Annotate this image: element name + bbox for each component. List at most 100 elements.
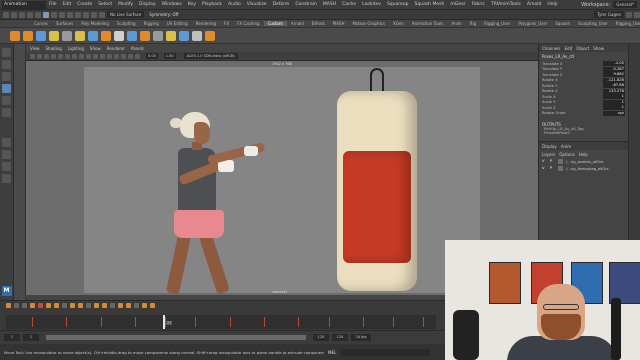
shelf-tab-poly-modeling[interactable]: Poly Modeling xyxy=(77,21,113,26)
xray-icon[interactable] xyxy=(135,53,140,59)
menu-item-file[interactable]: File xyxy=(46,2,60,7)
shelf-tab-polygons-user[interactable]: Polygons_User xyxy=(514,21,551,26)
ipr-render-icon[interactable] xyxy=(99,11,105,18)
select-by-hierarchy-icon[interactable] xyxy=(43,11,49,18)
menu-item-deform[interactable]: Deform xyxy=(270,2,293,7)
shelf-tool-icon[interactable] xyxy=(140,30,150,41)
spline-icon[interactable] xyxy=(134,303,139,308)
menu-item-edit[interactable]: Edit xyxy=(60,2,75,7)
menu-item-fabric[interactable]: Fabric xyxy=(469,2,488,7)
shelf-tool-icon[interactable] xyxy=(153,30,163,41)
shelf-tab-anim[interactable]: Anim xyxy=(447,21,465,26)
keyframe-tick[interactable] xyxy=(195,317,197,327)
overlap-icon[interactable] xyxy=(142,303,147,308)
redo-icon[interactable] xyxy=(35,11,41,18)
viewport-menu-lighting[interactable]: Lighting xyxy=(68,46,84,51)
channel-value-field[interactable]: -121.826 xyxy=(603,77,625,83)
select-by-object-icon[interactable] xyxy=(51,11,57,18)
menu-item-mash[interactable]: MASH xyxy=(320,2,339,7)
symmetry-dropdown[interactable]: Symmetry: Off xyxy=(146,12,181,17)
shelf-tool-icon[interactable] xyxy=(127,30,137,41)
shelf-tool-icon[interactable] xyxy=(10,30,20,41)
menu-item-select[interactable]: Select xyxy=(95,2,115,7)
anim-end-field[interactable]: 120 xyxy=(332,334,348,341)
shelf-tab-surfaces[interactable]: Surfaces xyxy=(52,21,77,26)
menu-item-visualize[interactable]: Visualize xyxy=(244,2,270,7)
select-by-component-icon[interactable] xyxy=(59,11,65,18)
anim-start-field[interactable]: 1 xyxy=(4,334,20,341)
channel-value-field[interactable]: 9.682 xyxy=(603,72,625,78)
camera-select-icon[interactable] xyxy=(30,53,35,59)
mirror-icon[interactable] xyxy=(102,303,107,308)
offset-icon[interactable] xyxy=(94,303,99,308)
smooth-shade-icon[interactable] xyxy=(93,53,98,59)
textured-icon[interactable] xyxy=(100,53,105,59)
menu-item-display[interactable]: Display xyxy=(136,2,159,7)
snap-curve-icon[interactable] xyxy=(75,11,81,18)
channel-row[interactable]: Rotate Order xyz xyxy=(539,110,628,117)
shelf-tab-bifrost[interactable]: Bifrost xyxy=(308,21,329,26)
sidebar-toggle-icon[interactable] xyxy=(626,11,632,18)
channel-box-menu-edit[interactable]: Edit xyxy=(565,46,573,51)
render-icon[interactable] xyxy=(91,11,97,18)
keyframe-tick[interactable] xyxy=(66,317,68,327)
shelf-tab-sculpting-user[interactable]: Sculpting_User xyxy=(574,21,612,26)
layer-color-swatch[interactable] xyxy=(558,166,563,171)
key-2-icon[interactable] xyxy=(14,303,19,308)
menu-item-create[interactable]: Create xyxy=(74,2,95,7)
channel-value-field[interactable]: 1 xyxy=(603,94,625,100)
keyframe-tick[interactable] xyxy=(31,317,33,327)
viewport-menu-panels[interactable]: Panels xyxy=(131,46,144,51)
channel-value-field[interactable]: 133.276 xyxy=(603,88,625,94)
move-tool-icon[interactable] xyxy=(2,84,11,93)
dope-sheet-icon[interactable] xyxy=(54,303,59,308)
layer-tab-anim[interactable]: Anim xyxy=(561,144,571,149)
pose-icon[interactable] xyxy=(70,303,75,308)
shelf-tab-squash[interactable]: Squash xyxy=(551,21,574,26)
layer-menu-layers[interactable]: Layers xyxy=(542,152,555,157)
keyframe-tick[interactable] xyxy=(328,317,330,327)
menu-item-constrain[interactable]: Constrain xyxy=(292,2,320,7)
menu-item-trianimtools[interactable]: TRIAnimTools xyxy=(488,2,524,7)
menu-item-mgear[interactable]: mGear xyxy=(447,2,468,7)
exposure-field[interactable]: 0.00 xyxy=(146,53,158,59)
open-scene-icon[interactable] xyxy=(11,11,17,18)
shelf-tool-icon[interactable] xyxy=(114,30,124,41)
channel-box-menu-show[interactable]: Show xyxy=(593,46,604,51)
layer-color-swatch[interactable] xyxy=(558,159,563,164)
viewport-menu-view[interactable]: View xyxy=(30,46,40,51)
selected-object-name[interactable]: Poses_LR_Av_ctl xyxy=(539,52,628,61)
shelf-tool-icon[interactable] xyxy=(166,30,176,41)
workspace-dropdown[interactable]: General* xyxy=(613,1,637,8)
breakdown-icon[interactable] xyxy=(22,303,27,308)
keyframe-tick[interactable] xyxy=(362,317,364,327)
camera-attr-icon[interactable] xyxy=(37,53,42,59)
bake-icon[interactable] xyxy=(86,303,91,308)
gamma-field[interactable]: 1.00 xyxy=(163,53,176,59)
snap-grid-icon[interactable] xyxy=(67,11,73,18)
range-start-field[interactable]: 1 xyxy=(23,334,39,341)
menu-item-audio[interactable]: Audio xyxy=(225,2,244,7)
menuset-dropdown[interactable]: Animation xyxy=(2,0,46,9)
shelf-tool-icon[interactable] xyxy=(49,30,59,41)
shelf-tool-icon[interactable] xyxy=(205,30,215,41)
channel-value-field[interactable]: -87.86 xyxy=(603,83,625,89)
channel-value-field[interactable]: -4.00 xyxy=(603,61,625,67)
shelf-tab-rendering[interactable]: Rendering xyxy=(192,21,220,26)
range-track[interactable] xyxy=(46,335,306,340)
shelf-tab-animation-tools[interactable]: Animation Tools xyxy=(408,21,448,26)
colorspace-dropdown[interactable]: ACES 1.0 SDR-video (sRGB) xyxy=(183,53,238,59)
shelf-tab-mash[interactable]: MASH xyxy=(329,21,349,26)
shelf-tab-fx-caching[interactable]: FX Caching xyxy=(233,21,263,26)
outliner-layout-icon[interactable] xyxy=(2,174,11,183)
image-plane-icon[interactable] xyxy=(51,53,56,59)
keyframe-tick[interactable] xyxy=(100,317,102,327)
keyframe-tick[interactable] xyxy=(264,317,265,327)
shelf-tab-arnold[interactable]: Arnold xyxy=(287,21,308,26)
ao-icon[interactable] xyxy=(121,53,126,59)
menu-item-key[interactable]: Key xyxy=(185,2,199,7)
shelf-tab-fx[interactable]: FX xyxy=(220,21,233,26)
shelf-tool-icon[interactable] xyxy=(192,30,202,41)
shelf-tool-icon[interactable] xyxy=(179,30,189,41)
resolution-gate-icon[interactable] xyxy=(72,53,77,59)
